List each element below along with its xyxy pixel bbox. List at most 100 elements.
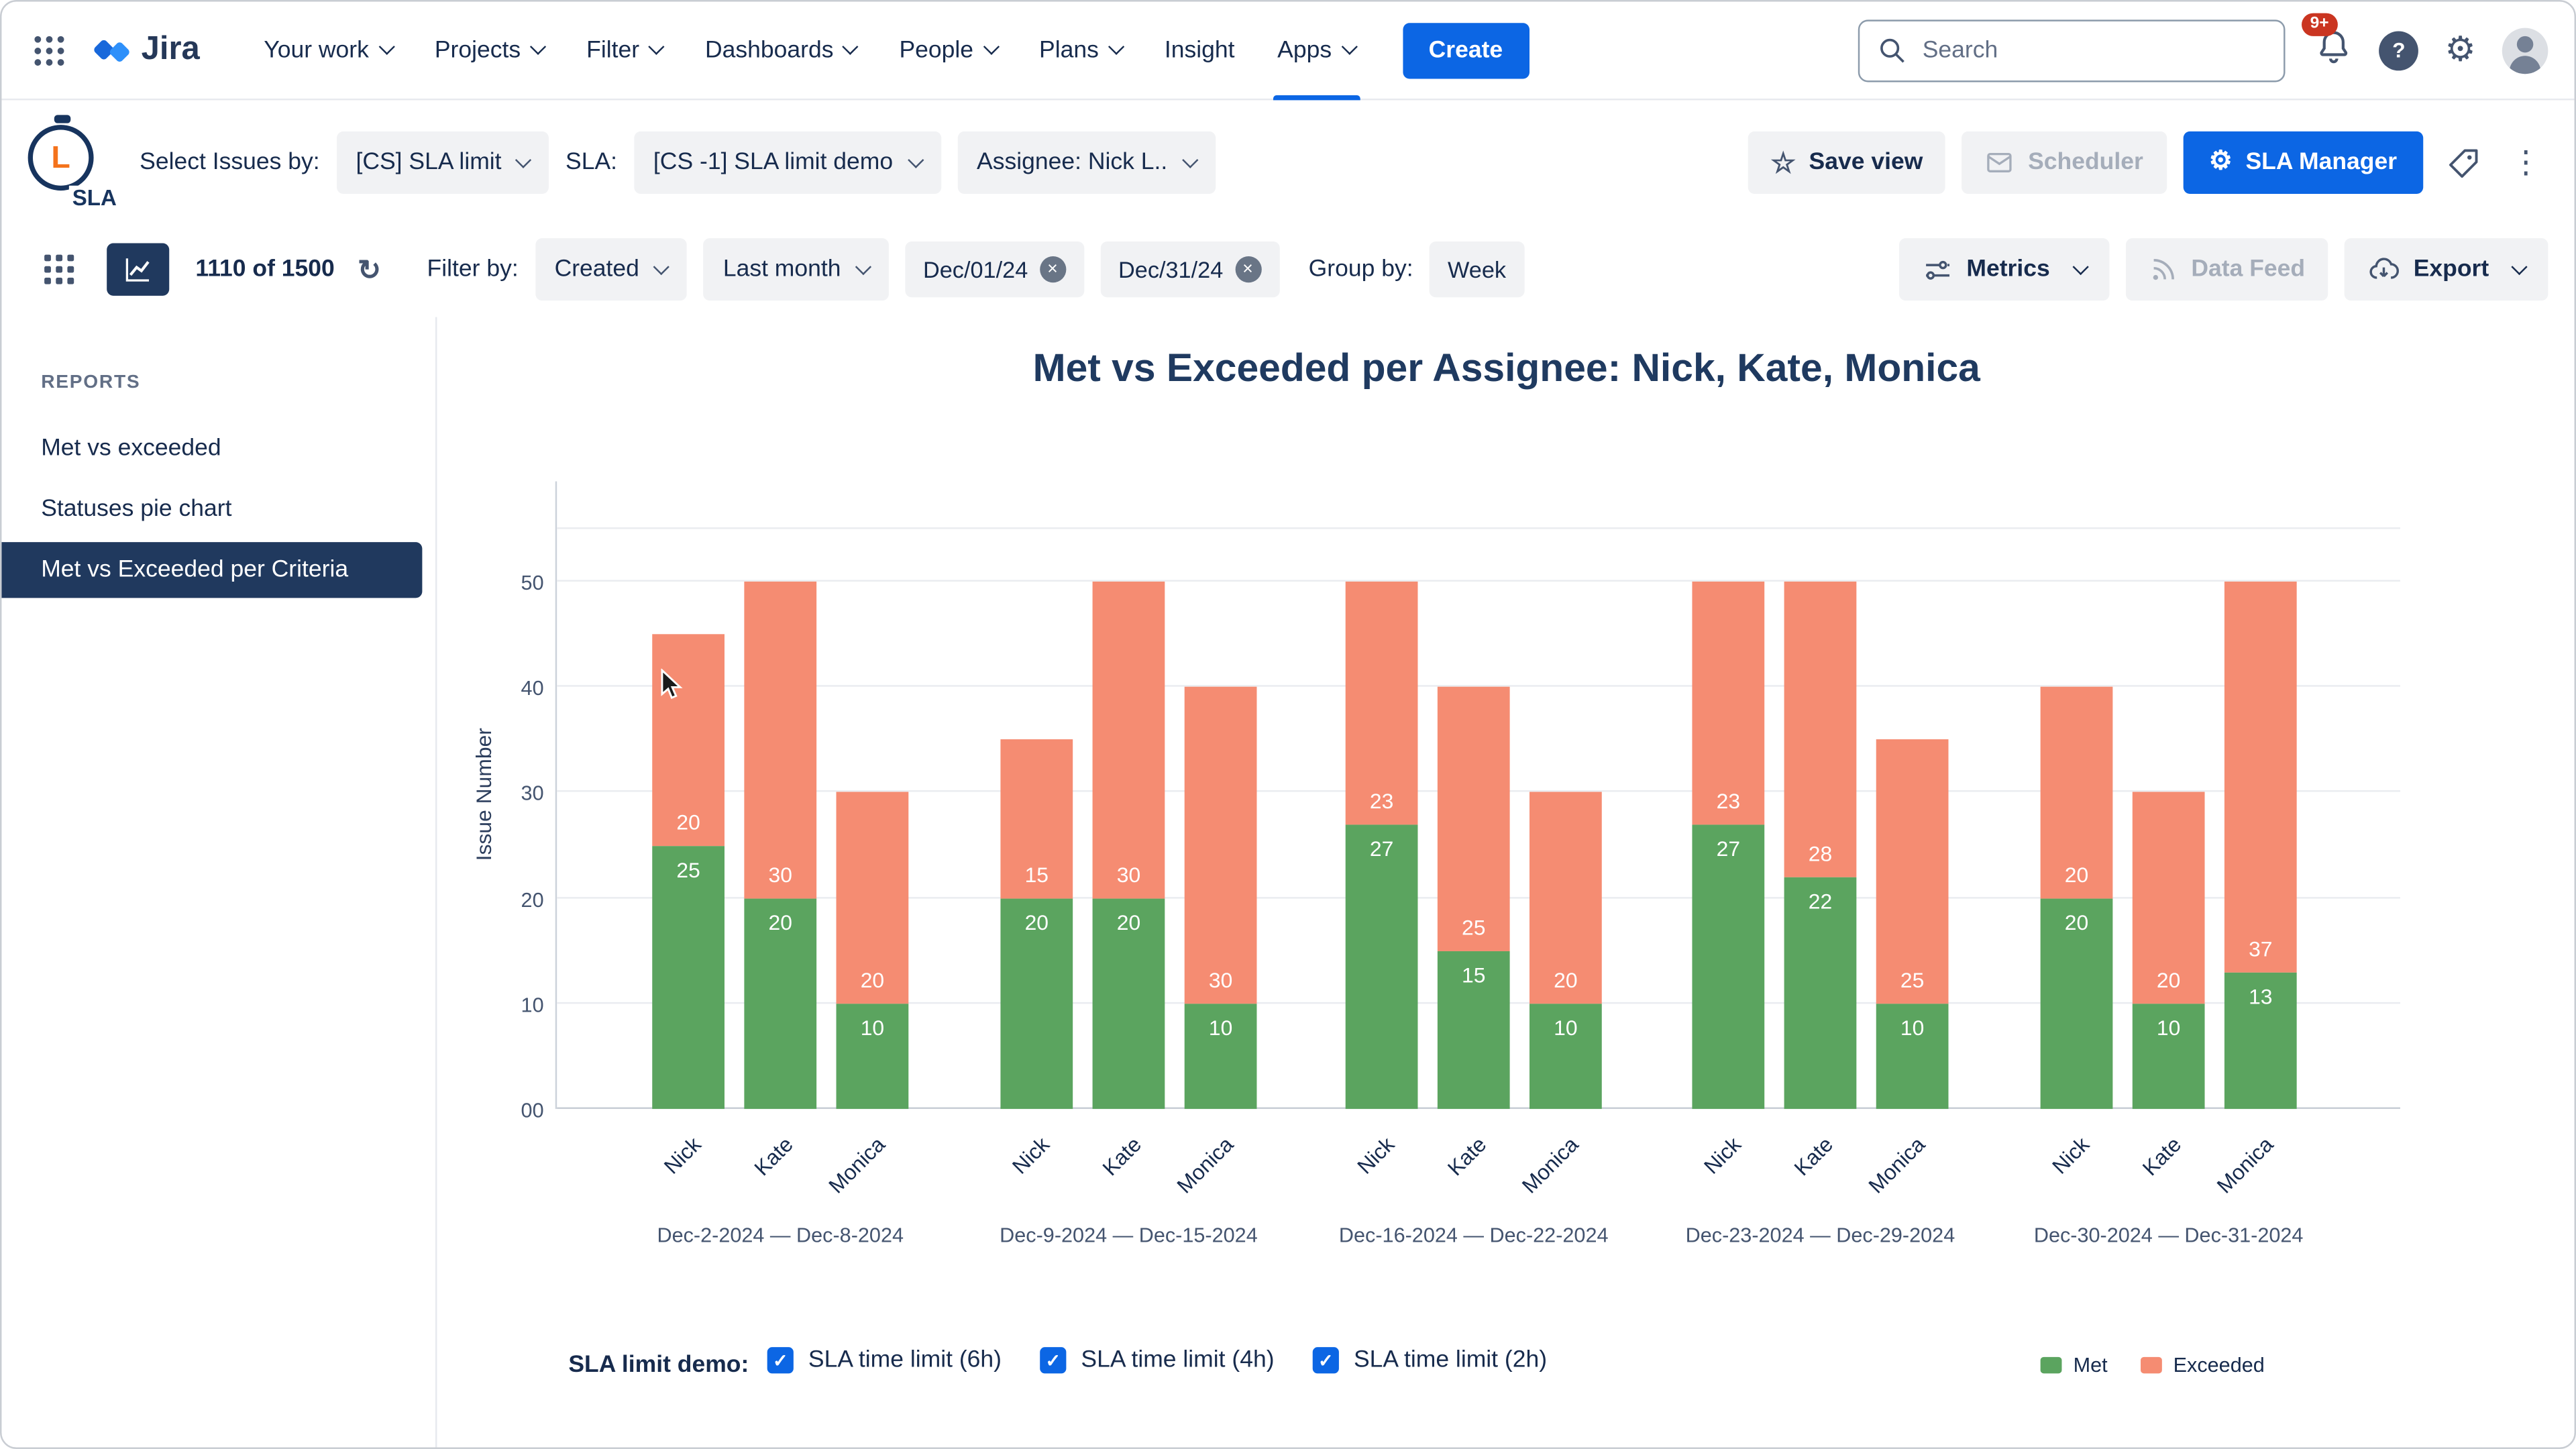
issue-count: 1110 of 1500 (195, 256, 335, 283)
bar-monica-week5[interactable]: 37 13 (2224, 581, 2297, 1110)
jira-logo[interactable]: Jira (94, 32, 200, 69)
exceeded-segment: 30 (1184, 687, 1257, 1004)
met-segment: 10 (1529, 1003, 1602, 1110)
assignee-dropdown[interactable]: Assignee: Nick L.. (957, 131, 1216, 194)
bar-nick-week4[interactable]: 23 27 (1692, 581, 1765, 1110)
refresh-button[interactable]: ↻ (351, 249, 387, 290)
sidebar-heading: REPORTS (41, 372, 141, 393)
nav-your-work[interactable]: Your work (242, 1, 413, 99)
chart-title: Met vs Exceeded per Assignee: Nick, Kate… (1032, 346, 1980, 391)
bar-monica-week2[interactable]: 30 10 (1184, 687, 1257, 1110)
exceeded-value-label: 28 (1808, 841, 1833, 866)
search-input[interactable] (1860, 20, 2284, 80)
chevron-down-icon (843, 38, 859, 55)
bar-nick-week5[interactable]: 20 20 (2040, 687, 2113, 1110)
sla-manager-button[interactable]: ⚙ SLA Manager (2182, 131, 2424, 194)
jira-wordmark: Jira (141, 31, 200, 68)
chart-view-button[interactable] (107, 243, 170, 296)
y-axis-tick-label: 20 (521, 888, 544, 912)
legend-met: Met (2040, 1354, 2108, 1377)
nav-insight[interactable]: Insight (1143, 1, 1256, 99)
nav-plans[interactable]: Plans (1018, 1, 1143, 99)
sla-limit-demo-label: SLA limit demo: (568, 1352, 749, 1379)
y-axis-tick-label: 00 (521, 1099, 544, 1122)
met-segment: 27 (1345, 824, 1418, 1110)
y-axis-tick-label: 10 (521, 994, 544, 1017)
sla-toolbar: L SLA Select Issues by: [CS] SLA limit S… (1, 100, 2574, 225)
bar-monica-week4[interactable]: 25 10 (1876, 739, 1949, 1110)
group-by-chip[interactable]: Week (1430, 241, 1525, 298)
tag-button[interactable] (2440, 139, 2487, 186)
bar-kate-week3[interactable]: 25 15 (1437, 687, 1510, 1110)
exceeded-value-label: 30 (1116, 861, 1141, 887)
exceeded-segment: 20 (1529, 792, 1602, 1004)
checkbox-sla-4h[interactable]: ✓ SLA time limit (4h) (1040, 1347, 1275, 1374)
search-box[interactable] (1858, 19, 2286, 82)
created-dropdown[interactable]: Created (535, 238, 687, 301)
bar-monica-week3[interactable]: 20 10 (1529, 792, 1602, 1110)
notifications-button[interactable]: 9+ (2302, 12, 2353, 73)
metrics-button[interactable]: Metrics (1898, 238, 2109, 301)
nav-filter[interactable]: Filter (565, 1, 684, 99)
grid-view-button[interactable] (28, 243, 91, 295)
date-to-chip[interactable]: Dec/31/24 × (1100, 241, 1279, 298)
checked-checkbox-icon[interactable]: ✓ (1040, 1347, 1067, 1374)
help-button[interactable]: ? (2379, 30, 2419, 70)
export-button[interactable]: Export (2344, 238, 2548, 301)
assignee-axis-label: Kate (1097, 1132, 1146, 1181)
exceeded-value-label: 25 (1462, 914, 1486, 940)
assignee-axis-label: Monica (1171, 1132, 1238, 1198)
bar-nick-week3[interactable]: 23 27 (1345, 581, 1418, 1110)
sla-dropdown[interactable]: [CS -1] SLA limit demo (633, 131, 941, 194)
date-from-chip[interactable]: Dec/01/24 × (905, 241, 1084, 298)
checked-checkbox-icon[interactable]: ✓ (767, 1347, 794, 1374)
app-switcher-button[interactable] (28, 29, 71, 72)
settings-button[interactable]: ⚙ (2445, 33, 2476, 67)
sliders-icon (1926, 260, 1949, 279)
assignee-axis-label: Kate (1789, 1132, 1838, 1181)
chevron-down-icon (529, 38, 547, 55)
checkbox-sla-2h[interactable]: ✓ SLA time limit (2h) (1312, 1347, 1547, 1374)
chart-legend: Met Exceeded (2040, 1354, 2265, 1377)
save-view-button[interactable]: ☆ Save view (1748, 131, 1946, 194)
gear-icon: ⚙ (2445, 31, 2476, 69)
nav-projects[interactable]: Projects (413, 1, 565, 99)
more-options-button[interactable]: ⋮ (2504, 140, 2548, 184)
nav-apps[interactable]: Apps (1256, 1, 1376, 100)
bar-kate-week4[interactable]: 28 22 (1784, 581, 1857, 1110)
top-navbar: Jira Your work Projects Filter Dashboard… (1, 1, 2575, 101)
bar-nick-week1[interactable]: 20 25 (652, 634, 725, 1110)
chevron-down-icon (648, 38, 665, 55)
bar-monica-week1[interactable]: 20 10 (836, 792, 909, 1110)
met-value-label: 13 (2249, 983, 2273, 1008)
select-issues-dropdown[interactable]: [CS] SLA limit (336, 131, 549, 194)
data-feed-button[interactable]: Data Feed (2125, 238, 2328, 301)
remove-date-icon[interactable]: × (1234, 256, 1261, 283)
sidebar-item-met-vs-exceeded[interactable]: Met vs exceeded (1, 421, 422, 476)
assignee-axis-label: Monica (1517, 1132, 1583, 1198)
assignee-axis-label: Monica (1864, 1132, 1930, 1198)
profile-avatar[interactable] (2502, 27, 2548, 73)
exceeded-value-label: 23 (1369, 788, 1394, 813)
sidebar-item-met-vs-exceeded-per-criteria[interactable]: Met vs Exceeded per Criteria (1, 542, 423, 598)
assignee-axis-label: Nick (1007, 1132, 1055, 1179)
checkbox-sla-6h[interactable]: ✓ SLA time limit (6h) (767, 1347, 1002, 1374)
remove-date-icon[interactable]: × (1039, 256, 1066, 283)
create-button[interactable]: Create (1402, 22, 1529, 78)
met-value-label: 20 (768, 909, 792, 934)
bar-nick-week2[interactable]: 15 20 (1000, 739, 1073, 1110)
app-grid-icon (34, 35, 64, 65)
checked-checkbox-icon[interactable]: ✓ (1312, 1347, 1339, 1374)
help-icon: ? (2392, 38, 2406, 63)
period-dropdown[interactable]: Last month (703, 238, 889, 301)
nav-dashboards[interactable]: Dashboards (684, 1, 877, 99)
scheduler-button[interactable]: Scheduler (1962, 131, 2167, 194)
met-segment: 15 (1437, 951, 1510, 1110)
sidebar-item-statuses-pie-chart[interactable]: Statuses pie chart (1, 482, 422, 537)
bar-kate-week2[interactable]: 30 20 (1092, 581, 1165, 1110)
bar-kate-week1[interactable]: 30 20 (744, 581, 817, 1110)
nav-people[interactable]: People (878, 1, 1018, 99)
gridline (557, 580, 2400, 582)
exceeded-segment: 20 (2132, 792, 2205, 1004)
bar-kate-week5[interactable]: 20 10 (2132, 792, 2205, 1110)
